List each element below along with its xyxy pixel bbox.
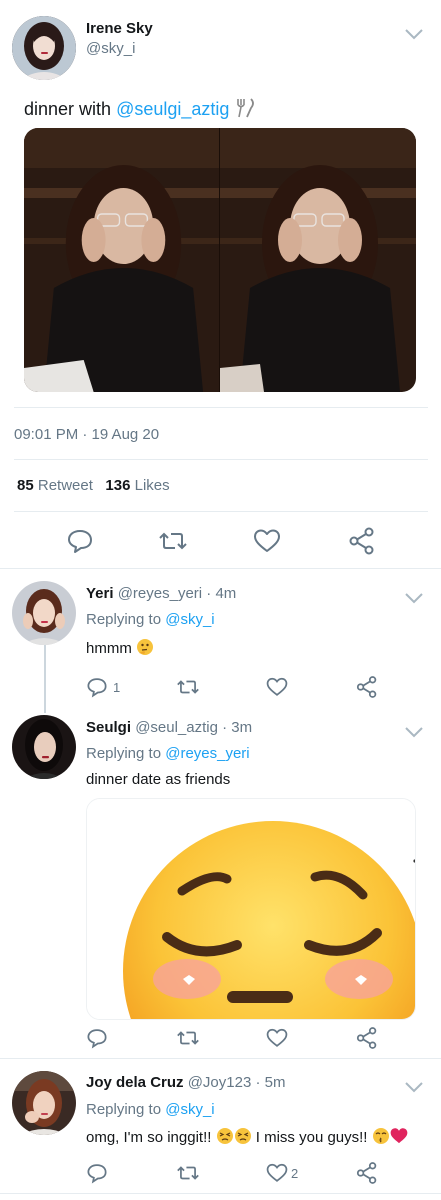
share-icon[interactable] bbox=[355, 675, 379, 699]
reply-icon[interactable] bbox=[86, 676, 108, 698]
divider bbox=[14, 459, 428, 460]
reply-time: · 5m bbox=[255, 1074, 286, 1091]
like-icon[interactable] bbox=[266, 676, 288, 698]
avatar-main[interactable] bbox=[12, 16, 76, 80]
tweet-text-prefix: dinner with bbox=[24, 99, 117, 119]
kissing-face-emoji bbox=[372, 1128, 389, 1144]
red-heart-emoji bbox=[390, 1128, 407, 1144]
like-icon[interactable] bbox=[253, 527, 281, 555]
avatar-yeri[interactable] bbox=[12, 581, 76, 645]
tweet-photo-2[interactable] bbox=[220, 128, 416, 392]
chevron-down-icon[interactable] bbox=[403, 26, 425, 42]
reply-icon[interactable] bbox=[66, 527, 94, 555]
chevron-down-icon[interactable] bbox=[403, 1079, 425, 1095]
reply-time: · 4m bbox=[206, 585, 237, 602]
replying-prefix: Replying to bbox=[86, 1101, 166, 1118]
like-count: 2 bbox=[291, 1166, 299, 1181]
reply-author-name[interactable]: Joy dela Cruz bbox=[86, 1074, 184, 1091]
reply-header: Seulgi @seul_aztig · 3m bbox=[86, 719, 252, 736]
reply-text-part-2: I miss you guys!! bbox=[255, 1129, 368, 1146]
avatar-joy[interactable] bbox=[12, 1071, 76, 1135]
share-icon[interactable] bbox=[355, 1026, 379, 1050]
divider bbox=[0, 1058, 441, 1059]
replying-prefix: Replying to bbox=[86, 611, 166, 628]
avatar-seulgi[interactable] bbox=[12, 715, 76, 779]
like-icon[interactable] bbox=[266, 1162, 288, 1184]
reply-header: Joy dela Cruz @Joy123 · 5m bbox=[86, 1074, 285, 1091]
reply-icon[interactable] bbox=[86, 1162, 108, 1184]
divider bbox=[14, 407, 428, 408]
retweet-icon[interactable] bbox=[158, 527, 188, 555]
tweet-photo-1[interactable] bbox=[24, 128, 220, 392]
reply-count: 1 bbox=[113, 680, 121, 695]
replying-to-link[interactable]: @sky_i bbox=[165, 1101, 214, 1118]
persevering-face-emoji bbox=[216, 1128, 233, 1144]
author-name[interactable]: Irene Sky bbox=[86, 20, 153, 37]
like-icon[interactable] bbox=[266, 1027, 288, 1049]
likes-count[interactable]: 136 bbox=[105, 477, 130, 494]
tweet-timestamp: 09:01 PM · 19 Aug 20 bbox=[14, 426, 160, 443]
reply-text: dinner date as friends bbox=[86, 771, 231, 788]
reply-text: hmmm bbox=[86, 638, 154, 657]
replying-to-link[interactable]: @reyes_yeri bbox=[165, 745, 249, 762]
chevron-down-icon[interactable] bbox=[403, 724, 425, 740]
replying-to-link[interactable]: @sky_i bbox=[165, 611, 214, 628]
likes-label[interactable]: Likes bbox=[135, 477, 170, 494]
thread-connector bbox=[44, 645, 46, 713]
reply-header: Yeri @reyes_yeri · 4m bbox=[86, 585, 236, 602]
fork-knife-emoji bbox=[237, 98, 255, 118]
reply-author-name[interactable]: Seulgi bbox=[86, 719, 131, 736]
author-handle[interactable]: @sky_i bbox=[86, 40, 135, 57]
retweet-icon[interactable] bbox=[176, 1027, 200, 1049]
replying-prefix: Replying to bbox=[86, 745, 166, 762]
reply-author-handle[interactable]: @seul_aztig bbox=[135, 719, 218, 736]
tweet-text: dinner with @seulgi_aztig bbox=[24, 98, 256, 120]
chevron-down-icon[interactable] bbox=[403, 590, 425, 606]
thinking-face-emoji bbox=[137, 639, 153, 655]
reply-text-body: hmmm bbox=[86, 640, 132, 657]
replying-to: Replying to @reyes_yeri bbox=[86, 745, 250, 762]
retweets-count[interactable]: 85 bbox=[17, 477, 34, 494]
reply-author-handle[interactable]: @Joy123 bbox=[188, 1074, 252, 1091]
divider bbox=[0, 1193, 441, 1194]
reply-time: · 3m bbox=[222, 719, 253, 736]
share-icon[interactable] bbox=[347, 526, 377, 556]
divider bbox=[14, 511, 428, 512]
reply-author-handle[interactable]: @reyes_yeri bbox=[118, 585, 202, 602]
reply-author-name[interactable]: Yeri bbox=[86, 585, 114, 602]
retweet-icon[interactable] bbox=[176, 676, 200, 698]
reply-image-pensive-emoji[interactable] bbox=[86, 798, 416, 1020]
replying-to: Replying to @sky_i bbox=[86, 611, 215, 628]
tweet-photo-grid[interactable] bbox=[24, 128, 416, 392]
reply-icon[interactable] bbox=[86, 1027, 108, 1049]
share-icon[interactable] bbox=[355, 1161, 379, 1185]
reply-text-part-1: omg, I'm so inggit!! bbox=[86, 1129, 212, 1146]
replying-to: Replying to @sky_i bbox=[86, 1101, 215, 1118]
retweet-icon[interactable] bbox=[176, 1162, 200, 1184]
mention-link[interactable]: @seulgi_aztig bbox=[116, 99, 229, 119]
divider bbox=[0, 568, 441, 569]
tweet-stats: 85 Retweet 136 Likes bbox=[17, 477, 170, 494]
retweets-label[interactable]: Retweet bbox=[38, 477, 93, 494]
reply-text: omg, I'm so inggit!! I miss you guys!! bbox=[86, 1127, 408, 1146]
persevering-face-emoji bbox=[234, 1128, 251, 1144]
